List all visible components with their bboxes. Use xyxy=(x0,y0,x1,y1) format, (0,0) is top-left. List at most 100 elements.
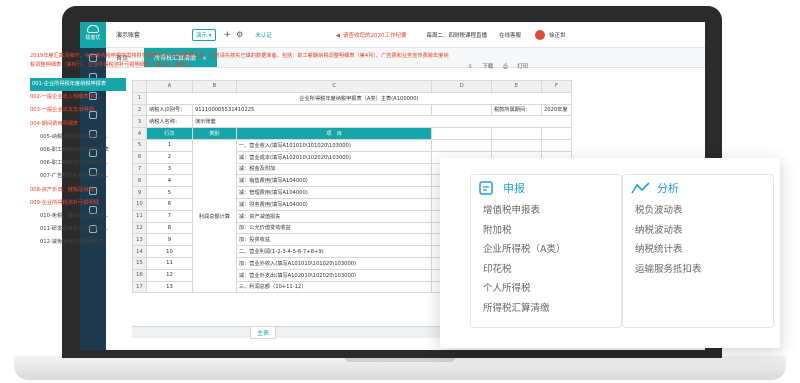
cell[interactable]: 5 xyxy=(132,138,147,152)
cell[interactable]: 3 xyxy=(132,115,147,129)
cell[interactable]: 4 xyxy=(132,127,147,140)
cell[interactable]: 17 xyxy=(132,280,147,294)
cell[interactable]: C xyxy=(235,80,433,93)
tree-item[interactable]: 012-减免所得税优惠明细表 xyxy=(30,236,126,249)
cell[interactable]: E xyxy=(491,80,542,93)
tree-item[interactable]: 006-职工薪酬支出及纳税调... xyxy=(30,157,126,170)
cell[interactable]: B xyxy=(191,80,237,93)
cell[interactable]: 16 xyxy=(132,268,147,282)
analysis-item[interactable]: 纳税统计表 xyxy=(623,240,773,260)
tree-item[interactable]: 005-纳税调整项目明细表(A... xyxy=(30,131,126,144)
cell[interactable]: 减：销售费用(填写A104000) xyxy=(235,174,433,188)
tree-item[interactable]: 011-研发费用加计扣除优惠... xyxy=(30,223,126,236)
cell[interactable]: 7 xyxy=(132,162,147,176)
tree-item[interactable]: 002-一般企业收入明细表(A1... xyxy=(30,91,126,104)
sheet-title[interactable]: 企业所得税年度纳税申报表（A类）主表(A100000) xyxy=(145,91,572,105)
cell[interactable]: 行次 xyxy=(145,127,193,140)
cell[interactable]: 11 xyxy=(145,256,193,270)
cell[interactable] xyxy=(491,127,542,140)
cell[interactable]: 减：税金及附加 xyxy=(235,162,433,176)
cell[interactable]: 911100005531410225 xyxy=(191,103,433,117)
cell[interactable]: 13 xyxy=(145,280,193,294)
cell[interactable]: 加：公允价值变动收益 xyxy=(235,221,433,235)
cell[interactable]: 8 xyxy=(145,221,193,235)
cell[interactable] xyxy=(431,127,493,140)
user-menu[interactable]: 徐正世 xyxy=(535,29,566,40)
cell[interactable]: 6 xyxy=(132,150,147,164)
cell[interactable]: 14 xyxy=(132,245,147,258)
sheet-tab-main[interactable]: 主表 xyxy=(250,327,277,339)
declare-item[interactable]: 所得税汇算清缴 xyxy=(471,299,621,319)
declare-item[interactable]: 个人所得税 xyxy=(471,279,621,299)
cell[interactable]: 13 xyxy=(132,233,147,247)
declare-item[interactable]: 企业所得税（A类） xyxy=(471,240,621,260)
add-icon[interactable]: + xyxy=(224,30,232,40)
cell[interactable]: 纳税人名称： xyxy=(145,115,193,129)
cell[interactable]: 减：资产减值损失 xyxy=(235,209,433,223)
cell[interactable]: 2 xyxy=(145,150,193,164)
declare-item[interactable]: 印花税 xyxy=(471,260,621,280)
cell[interactable] xyxy=(491,138,542,152)
cell[interactable]: 4 xyxy=(145,174,193,188)
notice-link[interactable]: ◀ 请查收您的2020工作纪要 xyxy=(336,31,407,39)
analysis-item[interactable]: 运输服务抵扣表 xyxy=(623,260,773,280)
cell[interactable]: 9 xyxy=(132,186,147,199)
cell[interactable]: 5 xyxy=(145,186,193,199)
cell[interactable] xyxy=(540,127,572,140)
cell[interactable]: 8 xyxy=(132,174,147,188)
cell[interactable]: 9 xyxy=(145,233,193,247)
tree-item[interactable]: 009-企业所得税弥补亏损明细 xyxy=(30,197,126,210)
cell[interactable]: 15 xyxy=(132,256,147,270)
cell[interactable] xyxy=(431,138,493,152)
cell[interactable]: 10 xyxy=(145,245,193,258)
tree-item[interactable]: 003-一般企业成本支出明细... xyxy=(30,104,126,117)
tree-item[interactable]: 004-期间费用明细表 xyxy=(30,118,126,131)
download-button[interactable]: ⇩ 下载 xyxy=(468,64,493,70)
tree-item[interactable]: 007-广告费和业务宣传费跨... xyxy=(30,170,126,183)
auth-status[interactable]: 未认证 xyxy=(255,31,272,39)
cell[interactable]: 3 xyxy=(145,162,193,176)
gear-icon[interactable]: ⚙ xyxy=(236,30,243,39)
cell[interactable]: 一、营业收入(填写A101010\101020\103000) xyxy=(235,138,433,152)
category-cell[interactable]: 利润总额计算 xyxy=(191,138,237,294)
cell[interactable]: A xyxy=(145,80,193,93)
cell[interactable]: 加：营业外收入(填写A101010\101020\103000) xyxy=(235,256,433,270)
cell[interactable]: 12 xyxy=(145,268,193,282)
cell[interactable]: 三、利润总额（10+11-12） xyxy=(235,280,433,294)
cell[interactable]: 12 xyxy=(132,221,147,235)
cell[interactable]: D xyxy=(431,80,493,93)
cell[interactable] xyxy=(431,103,493,117)
cell[interactable]: 10 xyxy=(132,197,147,211)
cell[interactable]: 演示账套 xyxy=(191,115,572,129)
cell[interactable]: F xyxy=(540,80,572,93)
cell[interactable] xyxy=(540,138,572,152)
cell[interactable]: 纳税人识别号： xyxy=(145,103,193,117)
analysis-item[interactable]: 纳税波动表 xyxy=(623,221,773,241)
declare-item[interactable]: 附加税 xyxy=(471,221,621,241)
cell[interactable]: 减：管理费用(填写A104000) xyxy=(235,186,433,199)
cell[interactable]: 加：投资收益 xyxy=(235,233,433,247)
cell[interactable]: 2 xyxy=(132,103,147,117)
tree-item[interactable]: 010-免税、减计收入及加计... xyxy=(30,210,126,223)
cell[interactable]: 6 xyxy=(145,197,193,211)
print-button[interactable]: ⎙ 打印 xyxy=(503,64,528,70)
company-name[interactable]: 演示账套 xyxy=(116,30,192,39)
live-course-link[interactable]: 每周二、四财税课程直播 xyxy=(427,31,488,39)
cell[interactable]: 减：营业成本(填写A102010\102020\103000) xyxy=(235,150,433,164)
tree-item[interactable]: 001-企业所得税年度纳税申报表 xyxy=(30,78,126,92)
cell[interactable]: 二、营业利润(1-2-3-4-5-6-7+8+9) xyxy=(235,245,433,258)
cell[interactable]: 1 xyxy=(132,91,147,105)
tree-item[interactable]: 008-资产折旧、摊销及纳税... xyxy=(30,184,126,197)
analysis-item[interactable]: 税负波动表 xyxy=(623,201,773,221)
cell[interactable]: 7 xyxy=(145,209,193,223)
cell[interactable]: 2020年度 xyxy=(540,103,572,117)
tree-item[interactable]: 006-职工薪酬纳税调整明细表 xyxy=(30,144,126,157)
cell[interactable]: 1 xyxy=(145,138,193,152)
cell[interactable] xyxy=(132,80,147,93)
cell[interactable]: 减：营业外支出(填写A102010\102020\103000) xyxy=(235,268,433,282)
cell[interactable]: 11 xyxy=(132,209,147,223)
cell[interactable]: 类别 xyxy=(191,127,237,140)
cell[interactable]: 减：财务费用(填写A104000) xyxy=(235,197,433,211)
app-logo[interactable]: 极客优 xyxy=(80,22,106,48)
cell[interactable]: 税款所属期间： xyxy=(491,103,542,117)
